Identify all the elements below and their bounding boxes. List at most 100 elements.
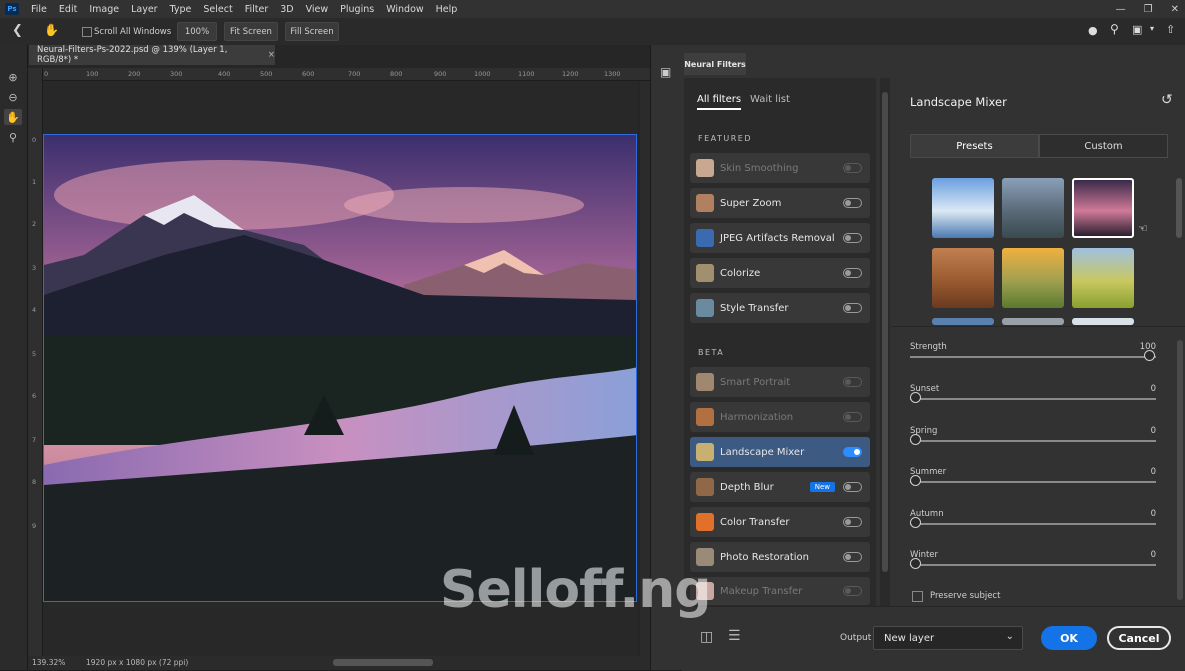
color-transfer-toggle[interactable]	[843, 517, 862, 527]
close-window-icon[interactable]: ✕	[1171, 4, 1179, 15]
scroll-thumb[interactable]	[882, 92, 888, 572]
layers-icon[interactable]: ☰	[728, 628, 741, 644]
menu-filter[interactable]: Filter	[239, 4, 275, 15]
chevron-down-icon[interactable]: ▾	[1150, 24, 1154, 33]
slider-track[interactable]	[910, 564, 1156, 566]
preset-sunset-peak[interactable]	[1072, 178, 1134, 238]
search-icon[interactable]: ⚲	[1110, 22, 1119, 36]
ok-button[interactable]: OK	[1041, 626, 1097, 650]
filter-colorize[interactable]: Colorize	[690, 258, 870, 288]
zoom-100-button[interactable]: 100%	[177, 22, 217, 41]
slider-knob[interactable]	[910, 475, 921, 486]
share-icon[interactable]: ●	[1088, 24, 1098, 37]
slider-track[interactable]	[910, 440, 1156, 442]
landscape-mixer-toggle[interactable]	[843, 447, 862, 457]
filter-harmonization[interactable]: Harmonization	[690, 402, 870, 432]
filter-smart-portrait[interactable]: Smart Portrait	[690, 367, 870, 397]
filter-makeup-transfer[interactable]: Makeup Transfer	[690, 577, 870, 605]
slider-knob[interactable]	[910, 517, 921, 528]
fill-screen-button[interactable]: Fill Screen	[285, 22, 339, 41]
preset-row3-b[interactable]	[1002, 318, 1064, 325]
filter-landscape-mixer[interactable]: Landscape Mixer	[690, 437, 870, 467]
landscape-mixer-icon	[696, 443, 714, 461]
slider-knob[interactable]	[910, 434, 921, 445]
preset-mountain-lake[interactable]	[1002, 178, 1064, 238]
skin-smoothing-toggle[interactable]	[843, 163, 862, 173]
minimize-icon[interactable]: —	[1116, 4, 1126, 15]
horizontal-scrollbar[interactable]	[333, 659, 433, 666]
document-tab[interactable]: Neural-Filters-Ps-2022.psd @ 139% (Layer…	[29, 45, 275, 65]
preset-row3-c[interactable]	[1072, 318, 1134, 325]
super-zoom-icon	[696, 194, 714, 212]
menu-image[interactable]: Image	[83, 4, 125, 15]
filter-jpeg-artifacts[interactable]: JPEG Artifacts Removal	[690, 223, 870, 253]
cancel-button[interactable]: Cancel	[1107, 626, 1171, 650]
slider-knob[interactable]	[910, 558, 921, 569]
compare-icon[interactable]: ◫	[700, 629, 713, 645]
photo-restoration-toggle[interactable]	[843, 552, 862, 562]
colorize-toggle[interactable]	[843, 268, 862, 278]
preserve-subject-checkbox[interactable]	[912, 591, 923, 602]
back-arrow-icon[interactable]: ❮	[12, 23, 23, 38]
filter-photo-restoration[interactable]: Photo Restoration	[690, 542, 870, 572]
slider-track[interactable]	[910, 523, 1156, 525]
filter-skin-smoothing[interactable]: Skin Smoothing	[690, 153, 870, 183]
hand-icon[interactable]: ✋	[4, 109, 22, 125]
menu-edit[interactable]: Edit	[53, 4, 83, 15]
detail-scrollbar[interactable]	[1177, 340, 1183, 600]
slider-track[interactable]	[910, 481, 1156, 483]
menu-3d[interactable]: 3D	[274, 4, 299, 15]
menu-help[interactable]: Help	[430, 4, 464, 15]
preset-canyon[interactable]	[932, 248, 994, 308]
zoom-out-icon[interactable]: ⊖	[4, 89, 22, 105]
smart-portrait-toggle[interactable]	[843, 377, 862, 387]
workspace-icon[interactable]: ▣	[1132, 23, 1142, 36]
custom-tab[interactable]: Custom	[1039, 134, 1168, 158]
close-tab-icon[interactable]: ×	[268, 50, 275, 60]
menu-type[interactable]: Type	[164, 4, 198, 15]
neural-filters-tab[interactable]: Neural Filters	[684, 53, 746, 75]
filter-depth-blur[interactable]: Depth Blur New	[690, 472, 870, 502]
filter-color-transfer[interactable]: Color Transfer	[690, 507, 870, 537]
menu-layer[interactable]: Layer	[125, 4, 164, 15]
makeup-transfer-toggle[interactable]	[843, 586, 862, 596]
style-transfer-toggle[interactable]	[843, 303, 862, 313]
slider-knob[interactable]	[910, 392, 921, 403]
tab-wait-list[interactable]: Wait list	[750, 94, 790, 105]
presets-tab[interactable]: Presets	[910, 134, 1039, 158]
slider-track[interactable]	[910, 398, 1156, 400]
slider-knob[interactable]	[1144, 350, 1155, 361]
hand-tool-icon[interactable]: ✋	[44, 23, 59, 37]
tab-all-filters[interactable]: All filters	[697, 94, 742, 110]
super-zoom-toggle[interactable]	[843, 198, 862, 208]
depth-blur-toggle[interactable]	[843, 482, 862, 492]
scroll-all-checkbox[interactable]	[82, 27, 92, 37]
zoom-readout[interactable]: 139.32%	[32, 658, 65, 667]
output-select[interactable]: New layer ⌄	[873, 626, 1023, 650]
menu-select[interactable]: Select	[197, 4, 238, 15]
document-canvas-image[interactable]	[43, 134, 637, 602]
jpeg-artifacts-toggle[interactable]	[843, 233, 862, 243]
filter-label: Harmonization	[720, 411, 794, 423]
slider-track[interactable]	[910, 356, 1156, 358]
filter-style-transfer[interactable]: Style Transfer	[690, 293, 870, 323]
restore-icon[interactable]: ❐	[1144, 4, 1153, 15]
reset-icon[interactable]: ↺	[1161, 92, 1173, 108]
export-icon[interactable]: ⇧	[1166, 23, 1175, 36]
panel-toggle-icon[interactable]: ▣	[660, 65, 671, 79]
zoom-in-icon[interactable]: ⊕	[4, 69, 22, 85]
menu-file[interactable]: File	[25, 4, 53, 15]
preset-golden-hills[interactable]	[1002, 248, 1064, 308]
preset-spring-meadow[interactable]	[1072, 248, 1134, 308]
presets-scrollbar[interactable]	[1176, 178, 1182, 238]
menu-view[interactable]: View	[300, 4, 335, 15]
filter-super-zoom[interactable]: Super Zoom	[690, 188, 870, 218]
preset-row3-a[interactable]	[932, 318, 994, 325]
harmonization-toggle[interactable]	[843, 412, 862, 422]
filter-list-scrollbar[interactable]	[880, 78, 890, 606]
menu-plugins[interactable]: Plugins	[334, 4, 380, 15]
fit-screen-button[interactable]: Fit Screen	[224, 22, 278, 41]
preset-winter-lake[interactable]	[932, 178, 994, 238]
menu-window[interactable]: Window	[380, 4, 429, 15]
magnifier-icon[interactable]: ⚲	[4, 129, 22, 145]
